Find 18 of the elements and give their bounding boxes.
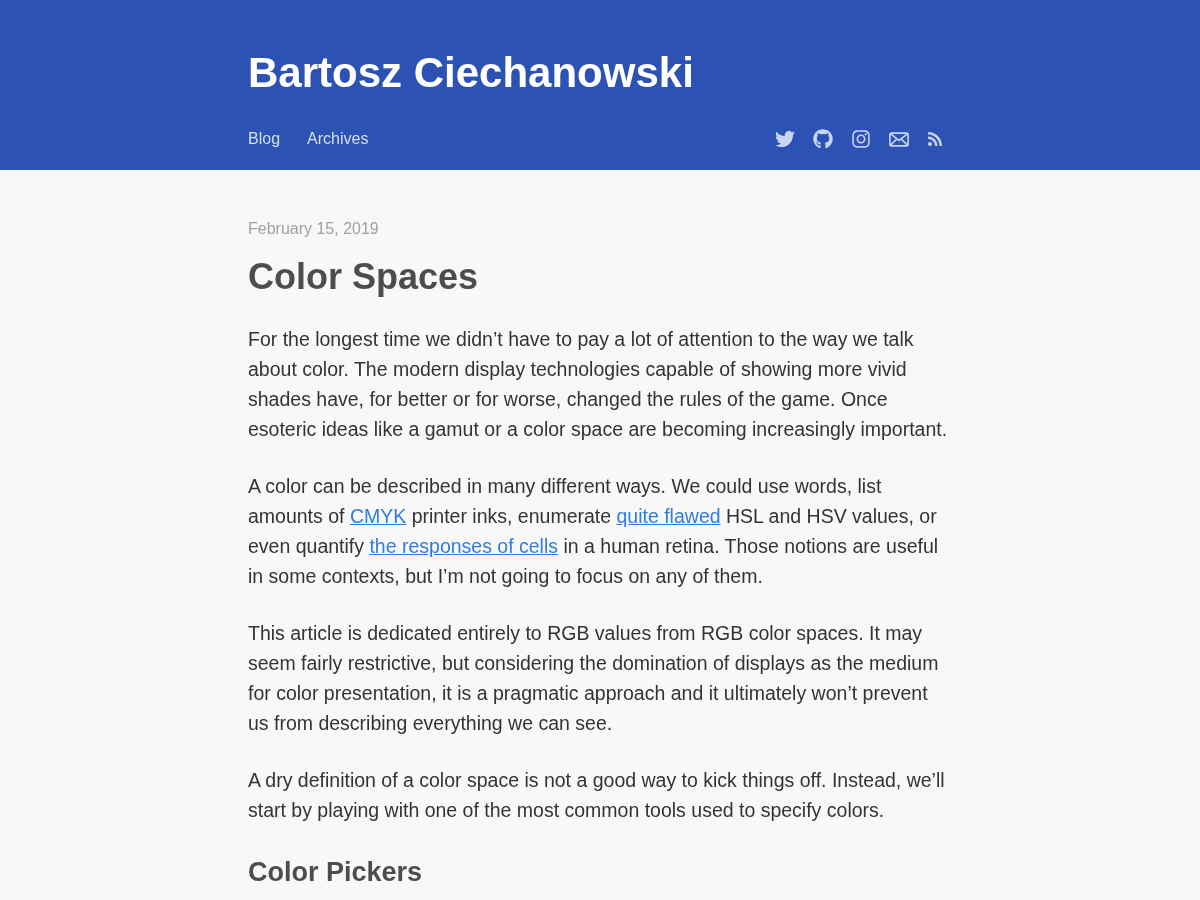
camera-icon[interactable] [851,129,871,149]
inline-link[interactable]: CMYK [349,505,407,527]
mail-icon[interactable] [889,131,909,147]
article-paragraph: This article is dedicated entirely to RGB values from RGB color spaces. It may seem fairly restrictive, but considering the domination of displays as the medium for color presentation, it is a pragmatic approach and it ultimately won’t prevent us from describing everything we can see. [248,621,940,736]
article-title: Color Spaces [248,255,480,299]
article-paragraph: A dry definition of a color space is not a good way to kick things off. Instead, we’ll start by playing with one of the most common tools used to specify colors. [248,768,946,823]
article-paragraph: A color can be described in many different ways. We could use words, list amounts of CMYK printer inks, enumerate quite flawed HSL and HSV values, or even quantify the responses of cells in a human retina. Those notions are useful in some contexts, but I’m not going to focus on any of them. [248,474,940,589]
article-paragraph: For the longest time we didn’t have to pay a lot of attention to the way we talk about color. The modern display technologies capable of showing more vivid shades have, for better or for worse, changed the rules of the game. Once esoteric ideas like a gamut or a color space are becoming increasingly important. [248,327,949,442]
twitter-bird-icon[interactable] [775,129,795,149]
inline-link[interactable]: quite flawed [616,505,721,527]
nav-link[interactable]: Archives [307,127,369,151]
rss-icon[interactable] [927,131,943,147]
nav-link[interactable]: Blog [248,127,281,151]
inline-link[interactable]: the responses of cells [369,535,559,557]
post-date: February 15, 2019 [248,219,380,239]
github-cat-icon[interactable] [813,129,833,149]
section-heading: Color Pickers [248,856,424,889]
site-title[interactable]: Bartosz Ciechanowski [248,44,952,102]
